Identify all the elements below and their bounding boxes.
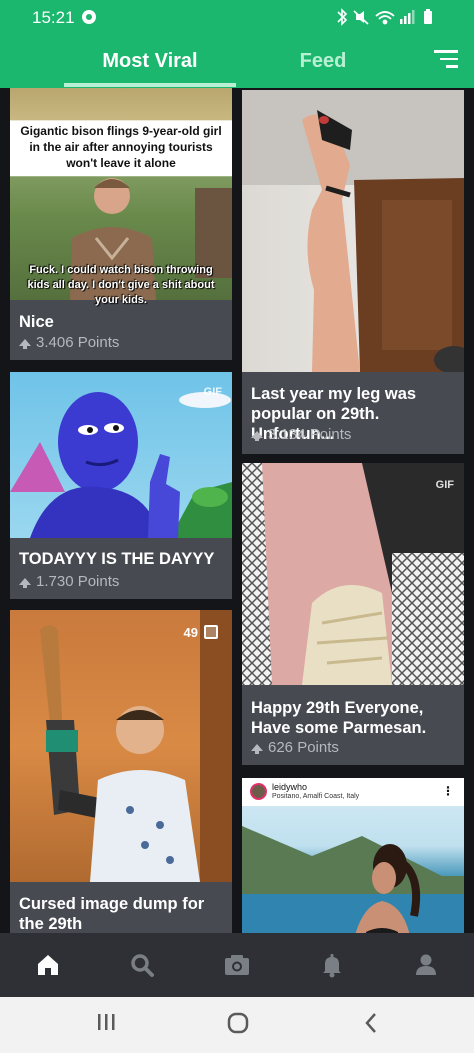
- active-tab-indicator: [64, 83, 236, 87]
- notification-bell-icon[interactable]: [318, 951, 348, 979]
- album-count: 49: [183, 625, 198, 640]
- post-title: Happy 29th Everyone, Have some Parmesan.: [251, 699, 427, 737]
- gif-badge: GIF: [203, 386, 222, 398]
- post-image: leidywho Positano, Amalfi Coast, Italy ⋮: [242, 778, 464, 933]
- wifi-icon: [375, 11, 395, 25]
- bottom-navigation: [0, 933, 474, 997]
- status-time: 15:21: [32, 8, 75, 27]
- status-icons: [334, 8, 444, 30]
- app-notification-icon: [82, 10, 96, 24]
- instagram-location: Positano, Amalfi Coast, Italy: [272, 793, 360, 800]
- search-icon[interactable]: [128, 951, 158, 979]
- post-points: 3.406 Points: [19, 334, 119, 351]
- mute-icon: [353, 10, 369, 25]
- signal-icon: [400, 10, 415, 24]
- post-card[interactable]: leidywho Positano, Amalfi Coast, Italy ⋮: [242, 778, 464, 933]
- camera-icon[interactable]: [222, 951, 252, 979]
- meme-bottom-caption: Fuck. I could watch bison throwing kids …: [27, 264, 215, 306]
- post-grid: Gigantic bison flings 9-year-old girl in…: [0, 88, 474, 933]
- post-card[interactable]: Gigantic bison flings 9-year-old girl in…: [10, 88, 232, 360]
- home-circle-icon[interactable]: [226, 1011, 250, 1042]
- beach-photo-illustration: [242, 826, 464, 933]
- post-image: Gigantic bison flings 9-year-old girl in…: [10, 88, 232, 306]
- post-card[interactable]: GIF Happy 29th Everyone, Have some Parme…: [242, 463, 464, 765]
- post-card[interactable]: Last year my leg was popular on 29th. Un…: [242, 90, 464, 454]
- filter-icon[interactable]: [434, 50, 458, 72]
- points-label: 3.406 Points: [36, 334, 120, 351]
- recent-apps-icon[interactable]: [96, 1011, 116, 1040]
- points-label: 3.134 Points: [268, 426, 352, 443]
- tab-most-viral[interactable]: Most Viral: [64, 34, 236, 88]
- status-system-icons: [337, 8, 432, 26]
- blue-man-illustration: [10, 392, 232, 538]
- parmesan-leg-illustration: [242, 463, 464, 685]
- system-navigation-bar: [0, 997, 474, 1053]
- post-card[interactable]: 49 Cursed image dump for the 29th: [10, 610, 232, 933]
- album-count-badge: 49: [184, 623, 218, 640]
- album-stack-icon: [204, 625, 218, 639]
- post-image: 49: [10, 610, 232, 882]
- profile-icon[interactable]: [412, 951, 442, 979]
- post-title: Nice: [19, 313, 54, 331]
- home-icon[interactable]: [34, 951, 64, 979]
- cursed-photo-illustration: [40, 610, 232, 882]
- post-image: GIF: [242, 463, 464, 685]
- post-points: 3.134 Points: [251, 426, 351, 443]
- bluetooth-icon: [337, 8, 348, 26]
- points-label: 1.730 Points: [36, 573, 120, 590]
- post-card[interactable]: GIF TODAYYY IS THE DAYYY 1.730 Points: [10, 372, 232, 599]
- more-options-icon: ⋮: [442, 784, 454, 798]
- battery-icon: [424, 9, 432, 24]
- post-points: 626 Points: [251, 739, 339, 756]
- status-bar: 15:21: [0, 0, 474, 34]
- back-icon[interactable]: [362, 1011, 380, 1042]
- instagram-post-header: leidywho Positano, Amalfi Coast, Italy ⋮: [242, 778, 464, 806]
- post-points: 1.730 Points: [19, 573, 119, 590]
- post-image: GIF: [10, 372, 232, 538]
- post-title: TODAYYY IS THE DAYYY: [19, 550, 215, 568]
- tab-feed[interactable]: Feed: [258, 34, 388, 88]
- leg-photo-illustration: [242, 90, 464, 372]
- post-image: [242, 90, 464, 372]
- points-label: 626 Points: [268, 739, 339, 756]
- post-title: Cursed image dump for the 29th: [19, 895, 205, 933]
- app-bar: Most Viral Feed: [0, 34, 474, 88]
- gif-badge: GIF: [435, 479, 454, 491]
- avatar: [250, 783, 267, 800]
- instagram-username: leidywho: [272, 782, 308, 792]
